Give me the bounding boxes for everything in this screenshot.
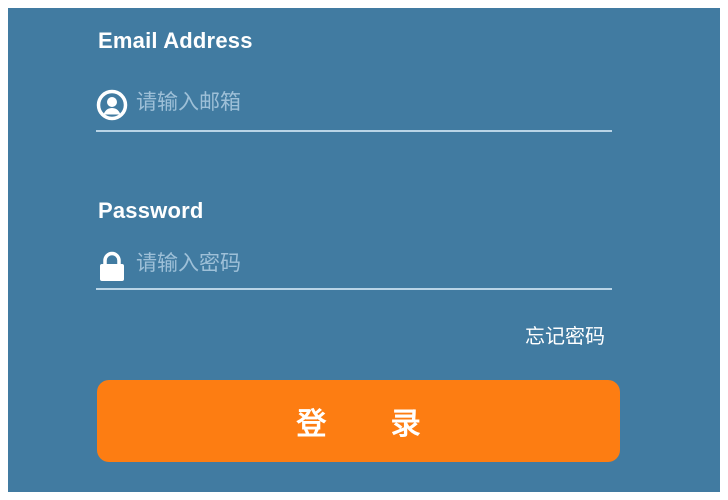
password-row [96,244,612,284]
password-label: Password [98,198,204,223]
lock-icon [96,250,128,282]
email-input[interactable] [136,87,606,119]
password-underline [96,288,612,290]
email-row [96,83,612,123]
user-icon [96,89,128,121]
email-underline [96,130,612,132]
login-button[interactable]: 登 录 [97,380,620,462]
password-input[interactable] [136,248,606,280]
forgot-password-link[interactable]: 忘记密码 [525,320,605,349]
login-panel: Email Address Password 忘记密码 登 录 [8,8,720,492]
email-label: Email Address [98,28,253,53]
